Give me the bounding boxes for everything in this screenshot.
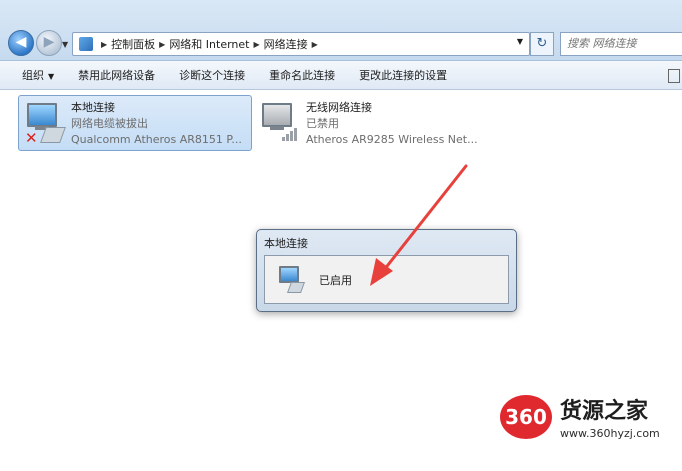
watermark-url: www.360hyzj.com <box>560 427 660 440</box>
watermark-badge: 360 <box>500 395 552 439</box>
watermark-logo: 360 货源之家 www.360hyzj.com <box>500 393 682 445</box>
watermark-name: 货源之家 <box>560 399 649 424</box>
